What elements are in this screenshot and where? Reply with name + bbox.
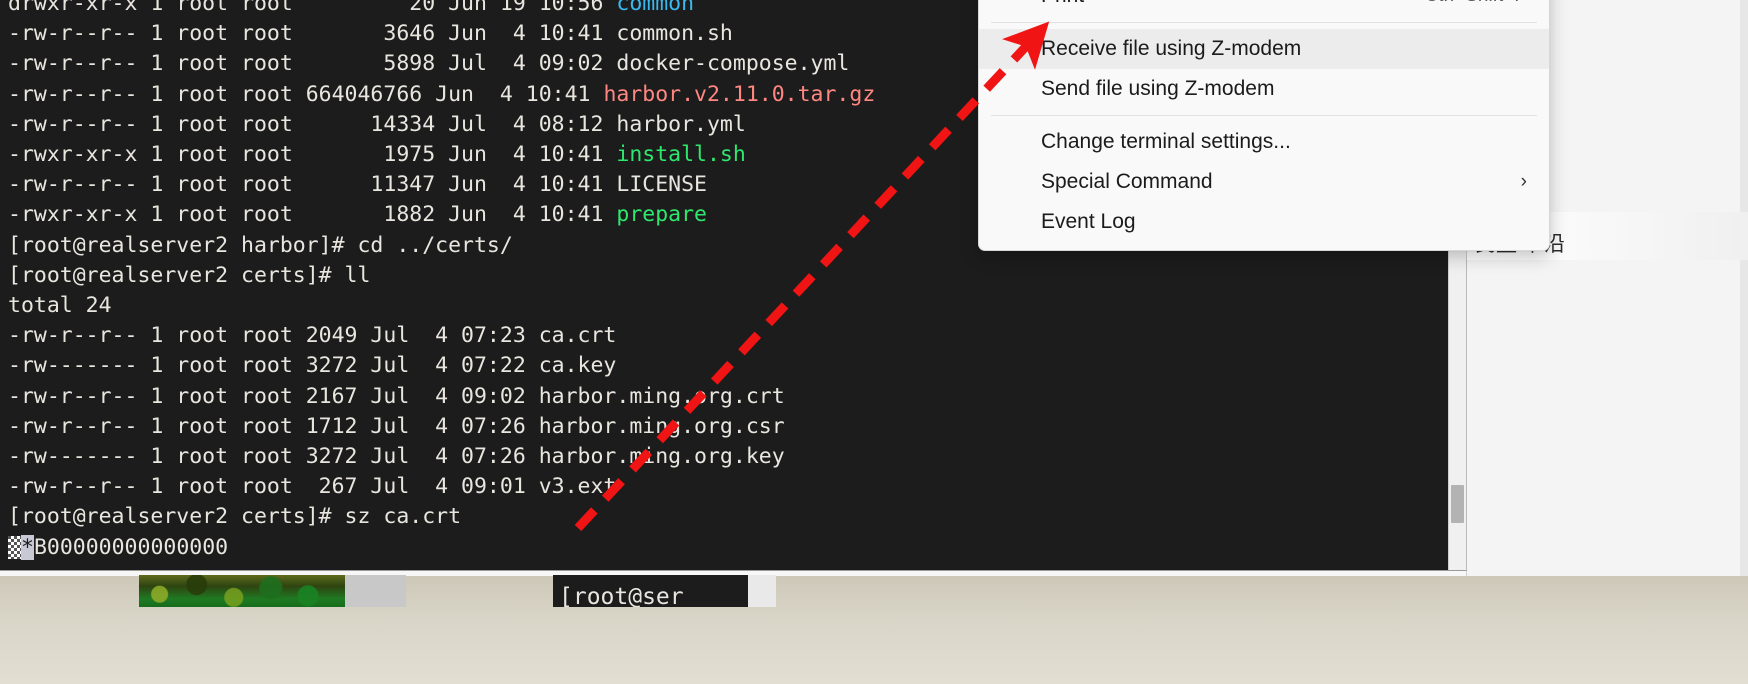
terminal-text-segment: -rw-r--r-- 1 root root 14334 Jul 4 08:12… bbox=[8, 111, 746, 137]
menu-item-label: Event Log bbox=[1041, 210, 1136, 233]
terminal-text-segment: -rwxr-xr-x 1 root root 1882 Jun 4 10:41 bbox=[8, 202, 617, 228]
taskbar-thumbnail-terminal-text: [root@ser bbox=[559, 584, 684, 607]
menu-item-label: Receive file using Z-modem bbox=[1041, 37, 1302, 60]
terminal-text-segment: install.sh bbox=[616, 142, 746, 168]
terminal-scrollbar-thumb[interactable] bbox=[1451, 485, 1464, 523]
terminal-line: [root@realserver2 certs]# ll bbox=[8, 261, 1438, 291]
terminal-line: -rw------- 1 root root 3272 Jul 4 07:26 … bbox=[8, 442, 1438, 472]
menu-item-print[interactable]: Print Ctrl+Shift+P bbox=[979, 0, 1549, 16]
taskbar-thumbnail-blank[interactable] bbox=[345, 575, 406, 607]
terminal-text-segment: -rw------- 1 root root 3272 Jul 4 07:22 … bbox=[8, 353, 617, 379]
taskbar[interactable]: [root@ser bbox=[0, 575, 1748, 684]
chevron-right-icon: › bbox=[1520, 171, 1527, 192]
terminal-text-segment: -rw-r--r-- 1 root root 2167 Jul 4 09:02 … bbox=[8, 383, 785, 409]
terminal-zmodem-line: *B00000000000000 bbox=[8, 533, 1438, 563]
menu-item-label: Special Command bbox=[1041, 170, 1213, 193]
terminal-text-segment: total 24 bbox=[8, 293, 112, 319]
terminal-text-segment: -rw-r--r-- 1 root root 664046766 Jun 4 1… bbox=[8, 81, 604, 107]
terminal-text-segment: drwxr-xr-x 1 root root 20 Jun 19 10:56 bbox=[8, 0, 617, 16]
terminal-text-segment: [root@realserver2 harbor]# cd ../certs/ bbox=[8, 232, 513, 258]
taskbar-thumbnail-edge[interactable] bbox=[748, 575, 776, 607]
taskbar-thumbnail-photo[interactable] bbox=[139, 575, 345, 607]
terminal-text-segment: harbor.v2.11.0.tar.gz bbox=[603, 81, 876, 107]
terminal-text-segment: [root@realserver2 certs]# sz ca.crt bbox=[8, 504, 462, 530]
taskbar-thumbnail-terminal[interactable]: [root@ser bbox=[553, 575, 748, 607]
menu-item-label: Print bbox=[1041, 0, 1395, 8]
terminal-line: -rw-r--r-- 1 root root 267 Jul 4 09:01 v… bbox=[8, 472, 1438, 502]
terminal-line: -rw-r--r-- 1 root root 1712 Jul 4 07:26 … bbox=[8, 412, 1438, 442]
terminal-cursor bbox=[8, 535, 21, 559]
terminal-text-segment: -rw-r--r-- 1 root root 11347 Jun 4 10:41… bbox=[8, 172, 707, 198]
terminal-line: total 24 bbox=[8, 291, 1438, 321]
terminal-line: -rw-r--r-- 1 root root 2049 Jul 4 07:23 … bbox=[8, 321, 1438, 351]
menu-item-label: Send file using Z-modem bbox=[1041, 77, 1275, 100]
menu-separator bbox=[991, 115, 1537, 116]
menu-item-special-command[interactable]: Special Command › bbox=[979, 162, 1549, 202]
right-panel-scrollbar[interactable] bbox=[1740, 0, 1748, 576]
terminal-text-segment: -rw------- 1 root root 3272 Jul 4 07:26 … bbox=[8, 444, 785, 470]
terminal-line: [root@realserver2 certs]# sz ca.crt bbox=[8, 502, 1438, 532]
terminal-text-segment: -rw-r--r-- 1 root root 267 Jul 4 09:01 v… bbox=[8, 474, 617, 500]
menu-separator bbox=[991, 22, 1537, 23]
terminal-text-segment: [root@realserver2 certs]# ll bbox=[8, 262, 371, 288]
terminal-line: -rw-r--r-- 1 root root 2167 Jul 4 09:02 … bbox=[8, 382, 1438, 412]
menu-item-change-terminal-settings[interactable]: Change terminal settings... bbox=[979, 122, 1549, 162]
terminal-line: -rw------- 1 root root 3272 Jul 4 07:22 … bbox=[8, 351, 1438, 381]
terminal-text-segment: common bbox=[616, 0, 695, 16]
terminal-zmodem-text: B00000000000000 bbox=[33, 534, 229, 560]
terminal-selection-highlight: * bbox=[21, 534, 34, 560]
terminal-context-menu[interactable]: Print Ctrl+Shift+P Receive file using Z-mo… bbox=[978, 0, 1550, 251]
terminal-text-segment: -rwxr-xr-x 1 root root 1975 Jun 4 10:41 bbox=[8, 142, 617, 168]
menu-item-receive-file-using-z-modem[interactable]: Receive file using Z-modem bbox=[979, 29, 1549, 69]
menu-item-event-log[interactable]: Event Log bbox=[979, 202, 1549, 242]
terminal-text-segment: -rw-r--r-- 1 root root 2049 Jul 4 07:23 … bbox=[8, 323, 617, 349]
menu-item-send-file-using-z-modem[interactable]: Send file using Z-modem bbox=[979, 69, 1549, 109]
menu-item-label: Change terminal settings... bbox=[1041, 130, 1291, 153]
terminal-text-segment: prepare bbox=[616, 202, 707, 228]
terminal-text-segment: -rw-r--r-- 1 root root 3646 Jun 4 10:41 … bbox=[8, 21, 733, 47]
terminal-text-segment: -rw-r--r-- 1 root root 1712 Jul 4 07:26 … bbox=[8, 413, 785, 439]
thumbnail-foliage-image bbox=[139, 575, 345, 607]
terminal-text-segment: -rw-r--r-- 1 root root 5898 Jul 4 09:02 … bbox=[8, 51, 850, 77]
menu-item-shortcut: Ctrl+Shift+P bbox=[1425, 0, 1527, 7]
